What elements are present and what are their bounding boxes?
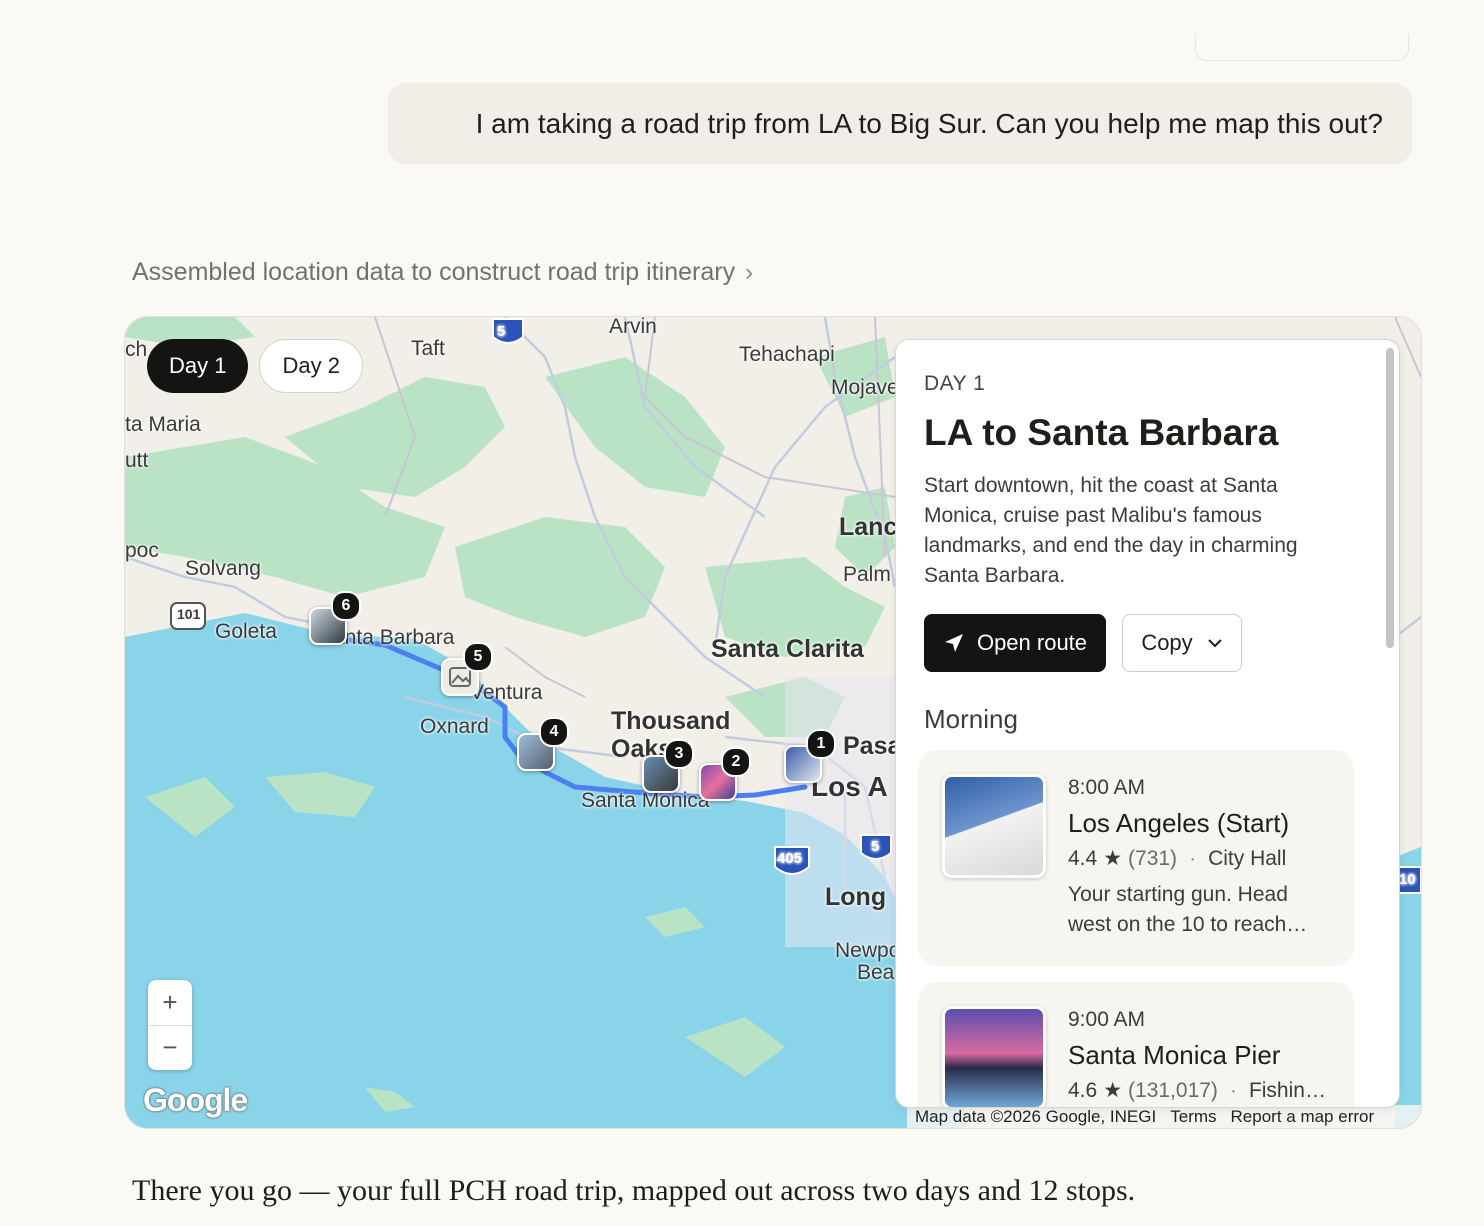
stop-rating-row: 4.6 ★ (131,017) · Fishin… bbox=[1068, 1078, 1326, 1103]
place-label: Mojave bbox=[831, 376, 899, 399]
place-label: Long bbox=[825, 883, 887, 911]
stop-note: Your starting gun. Head west on the 10 t… bbox=[1068, 883, 1308, 936]
user-message-bubble: I am taking a road trip from LA to Big S… bbox=[388, 83, 1412, 164]
review-count: (131,017) bbox=[1128, 1078, 1218, 1102]
place-label: Arvin bbox=[609, 316, 657, 338]
report-error-link[interactable]: Report a map error bbox=[1231, 1107, 1375, 1127]
rating-value: 4.4 bbox=[1068, 846, 1098, 870]
day-label: DAY 1 bbox=[924, 372, 986, 395]
zoom-in-button[interactable]: + bbox=[148, 980, 192, 1026]
highway-shield-label: 10 bbox=[1399, 871, 1416, 888]
place-label: ch bbox=[125, 338, 148, 361]
panel-scrollbar[interactable] bbox=[1386, 348, 1394, 648]
place-label: Santa Clarita bbox=[711, 635, 864, 663]
place-label: utt bbox=[125, 449, 149, 472]
place-label: Goleta bbox=[215, 620, 277, 643]
place-label: ta Maria bbox=[125, 413, 201, 436]
zoom-controls: + − bbox=[148, 980, 192, 1070]
map-marker-5[interactable]: 5 bbox=[441, 642, 493, 696]
open-route-label: Open route bbox=[976, 630, 1088, 655]
previous-message-stub bbox=[1195, 34, 1409, 61]
place-label: Palm bbox=[843, 563, 891, 586]
itinerary-panel[interactable]: DAY 1 LA to Santa Barbara Start downtown… bbox=[895, 339, 1400, 1108]
place-label: poc bbox=[125, 539, 159, 562]
place-label: Pasa bbox=[843, 732, 902, 760]
tool-status-text: Assembled location data to construct roa… bbox=[132, 258, 736, 286]
itinerary-description: Start downtown, hit the coast at Santa M… bbox=[924, 474, 1298, 587]
copy-dropdown-button[interactable]: Copy bbox=[1122, 614, 1242, 672]
day-tabs: Day 1 Day 2 bbox=[147, 339, 363, 393]
map-marker-1[interactable]: 1 bbox=[784, 729, 836, 783]
itinerary-title: LA to Santa Barbara bbox=[924, 412, 1279, 453]
separator-dot: · bbox=[1189, 846, 1197, 870]
map-widget[interactable]: 5 101 405 5 10 Arvin Taft Tehachapi Moja… bbox=[124, 316, 1422, 1129]
highway-shield-label: 101 bbox=[177, 606, 201, 622]
separator-dot: · bbox=[1229, 1078, 1237, 1102]
highway-shield-label: 5 bbox=[871, 838, 880, 855]
open-route-button[interactable]: Open route bbox=[924, 614, 1106, 672]
stop-card[interactable]: 8:00 AM Los Angeles (Start) 4.4 ★ (731) … bbox=[918, 750, 1354, 966]
tab-day-2[interactable]: Day 2 bbox=[259, 339, 363, 393]
place-label: Lanc bbox=[839, 513, 898, 541]
stop-card[interactable]: 9:00 AM Santa Monica Pier 4.6 ★ (131,017… bbox=[918, 982, 1354, 1107]
stop-time: 9:00 AM bbox=[1068, 1008, 1146, 1031]
terms-link[interactable]: Terms bbox=[1170, 1107, 1216, 1127]
tab-day-1[interactable]: Day 1 bbox=[147, 339, 249, 393]
stop-rating-row: 4.4 ★ (731) · City Hall bbox=[1068, 846, 1286, 871]
highway-shield-label: 405 bbox=[777, 850, 803, 867]
stop-thumbnail bbox=[942, 1006, 1046, 1107]
stop-thumbnail bbox=[942, 774, 1046, 878]
copy-label: Copy bbox=[1141, 630, 1193, 655]
map-marker-2[interactable]: 2 bbox=[699, 747, 751, 801]
stop-name: Los Angeles (Start) bbox=[1068, 808, 1290, 838]
stop-category: City Hall bbox=[1208, 846, 1287, 870]
map-attribution: Map data ©2026 Google, INEGI Terms Repor… bbox=[907, 1105, 1421, 1128]
place-label: Tehachapi bbox=[739, 343, 835, 366]
place-label: Oxnard bbox=[420, 715, 489, 738]
navigation-arrow-icon bbox=[944, 634, 963, 652]
map-marker-4[interactable]: 4 bbox=[517, 717, 569, 771]
stop-category: Fishin… bbox=[1248, 1078, 1326, 1102]
review-count: (731) bbox=[1128, 846, 1178, 870]
map-marker-6[interactable]: 6 bbox=[309, 591, 361, 645]
place-label: Solvang bbox=[185, 557, 261, 580]
google-logo: Google bbox=[143, 1082, 248, 1118]
star-icon: ★ bbox=[1103, 1079, 1123, 1102]
place-label: Santa Monica bbox=[581, 789, 710, 812]
rating-value: 4.6 bbox=[1068, 1078, 1098, 1102]
zoom-out-button[interactable]: − bbox=[148, 1026, 192, 1071]
place-label: Los A bbox=[811, 771, 888, 802]
tool-status-line[interactable]: Assembled location data to construct roa… bbox=[132, 258, 753, 287]
place-label: anta Barbara bbox=[333, 626, 455, 649]
chevron-down-icon bbox=[1207, 639, 1222, 648]
section-heading-morning: Morning bbox=[924, 704, 1018, 734]
stop-name: Santa Monica Pier bbox=[1068, 1040, 1281, 1070]
user-message-text: I am taking a road trip from LA to Big S… bbox=[475, 107, 1383, 139]
place-label: Newpo bbox=[835, 939, 901, 962]
map-data-credit: Map data ©2026 Google, INEGI bbox=[915, 1107, 1157, 1126]
stop-time: 8:00 AM bbox=[1068, 776, 1146, 799]
place-label: Ventura bbox=[470, 681, 543, 704]
assistant-reply: There you go — your full PCH road trip, … bbox=[132, 1174, 1136, 1207]
place-label: Taft bbox=[411, 337, 445, 360]
chevron-right-icon: › bbox=[745, 258, 754, 286]
highway-shield-label: 5 bbox=[497, 323, 506, 340]
map-marker-3[interactable]: 3 bbox=[642, 739, 694, 793]
place-label: Bea bbox=[857, 961, 895, 984]
star-icon: ★ bbox=[1103, 847, 1123, 870]
